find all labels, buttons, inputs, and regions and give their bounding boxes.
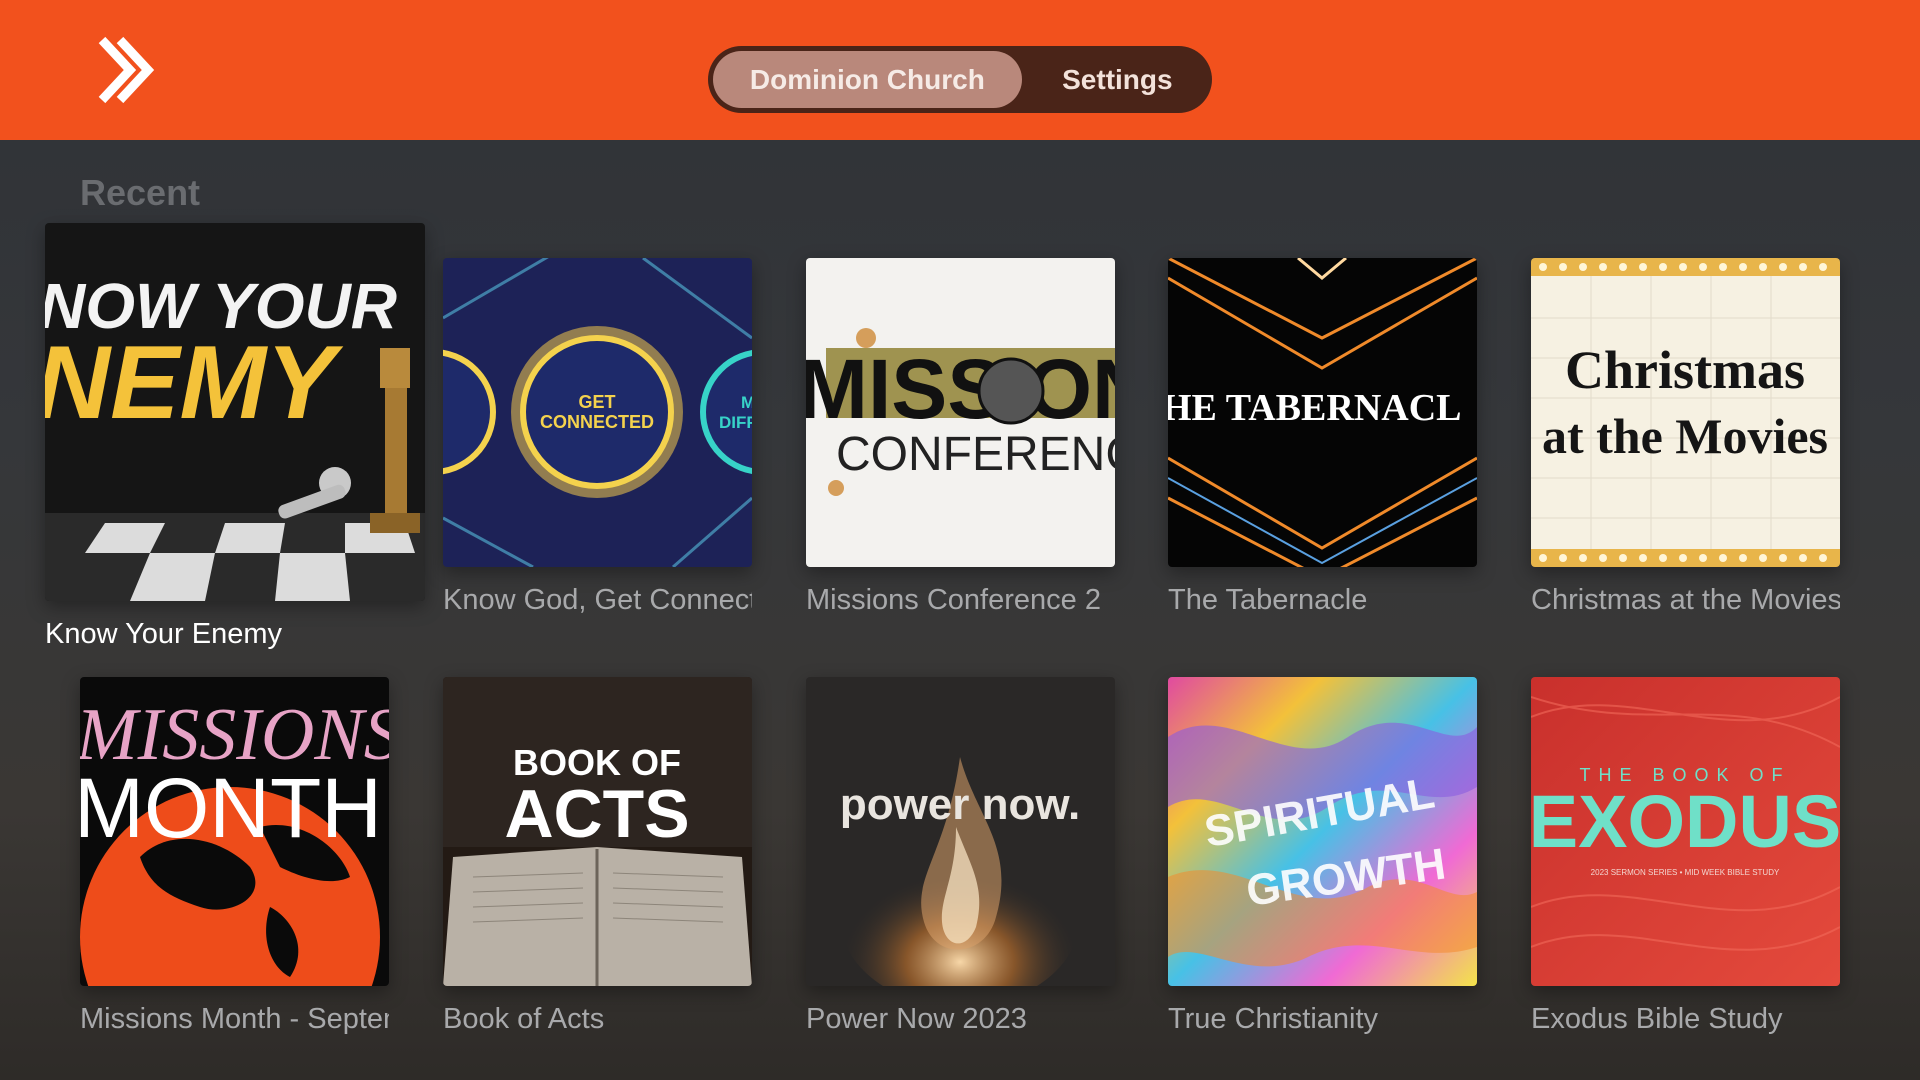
art-text-get: GET bbox=[578, 392, 615, 412]
art-text-at-the-movies: at the Movies bbox=[1542, 408, 1828, 464]
tile-caption: Exodus Bible Study bbox=[1531, 1003, 1783, 1035]
tile-caption: True Christianity bbox=[1168, 1003, 1379, 1035]
artwork-true-christianity: SPIRITUAL GROWTH bbox=[1168, 677, 1477, 986]
art-text-acts: ACTS bbox=[504, 776, 689, 852]
media-tile[interactable]: NOW YOUR NEMY Know Your Enemy bbox=[45, 223, 425, 653]
media-tile[interactable]: THE BOOK OF EXODUS 2023 SERMON SERIES • … bbox=[1531, 677, 1840, 1037]
art-text-line-2: NEMY bbox=[45, 325, 344, 441]
tile-caption: Christmas at the Movies bbox=[1531, 584, 1840, 616]
art-text-diff: DIFF bbox=[719, 413, 752, 432]
art-text-series-subtitle: 2023 SERMON SERIES • MID WEEK BIBLE STUD… bbox=[1591, 868, 1780, 877]
artwork-exodus-bible-study: THE BOOK OF EXODUS 2023 SERMON SERIES • … bbox=[1531, 677, 1840, 986]
artwork-the-tabernacle: HE TABERNACL bbox=[1168, 258, 1477, 567]
media-tile[interactable]: Christmas at the Movies Christmas at the… bbox=[1531, 258, 1840, 618]
recent-grid: NOW YOUR NEMY Know Your Enemy GET CONNEC… bbox=[0, 0, 1920, 1080]
artwork-book-of-acts: BOOK OF ACTS bbox=[443, 677, 752, 986]
artwork-know-your-enemy: NOW YOUR NEMY bbox=[45, 223, 425, 601]
artwork-missions-conference: MISSIONS CONFERENCE bbox=[806, 258, 1115, 567]
tile-caption: Power Now 2023 bbox=[806, 1003, 1027, 1035]
art-text-month: MONTH bbox=[80, 761, 382, 855]
art-text-m: M bbox=[741, 393, 752, 412]
art-text-exodus: EXODUS bbox=[1531, 780, 1840, 863]
media-tile[interactable]: HE TABERNACL The Tabernacle bbox=[1168, 258, 1477, 618]
tile-caption: Missions Conference 2 bbox=[806, 584, 1101, 616]
media-tile[interactable]: SPIRITUAL GROWTH True Christianity bbox=[1168, 677, 1477, 1037]
art-text-tabernacle: HE TABERNACL bbox=[1168, 387, 1462, 429]
media-tile[interactable]: MISSIONS MONTH Missions Month - Septembe… bbox=[80, 677, 389, 1037]
art-text-connected: CONNECTED bbox=[540, 412, 654, 432]
media-tile[interactable]: MISSIONS CONFERENCE Missions Conference … bbox=[806, 258, 1115, 618]
media-tile[interactable]: power now. Power Now 2023 bbox=[806, 677, 1115, 1037]
artwork-power-now: power now. bbox=[806, 677, 1115, 986]
art-text-power-now: power now. bbox=[840, 780, 1080, 829]
artwork-know-god-get-connected: GET CONNECTED M DIFF bbox=[443, 258, 752, 567]
tile-caption: Know God, Get Connected bbox=[443, 584, 752, 616]
artwork-christmas-at-the-movies: Christmas at the Movies bbox=[1531, 258, 1840, 567]
art-text-conference: CONFERENCE bbox=[836, 428, 1115, 481]
media-tile[interactable]: BOOK OF ACTS Book of Acts bbox=[443, 677, 752, 1037]
art-text-missions: MISSIONS bbox=[806, 342, 1115, 436]
artwork-missions-month: MISSIONS MONTH bbox=[80, 677, 389, 986]
media-tile[interactable]: GET CONNECTED M DIFF Know God, Get Conne… bbox=[443, 258, 752, 618]
tile-caption: Book of Acts bbox=[443, 1003, 605, 1035]
tile-caption: Missions Month - September bbox=[80, 1003, 389, 1035]
tile-caption: Know Your Enemy bbox=[45, 618, 282, 650]
art-text-christmas: Christmas bbox=[1565, 340, 1805, 400]
tile-caption: The Tabernacle bbox=[1168, 584, 1368, 616]
